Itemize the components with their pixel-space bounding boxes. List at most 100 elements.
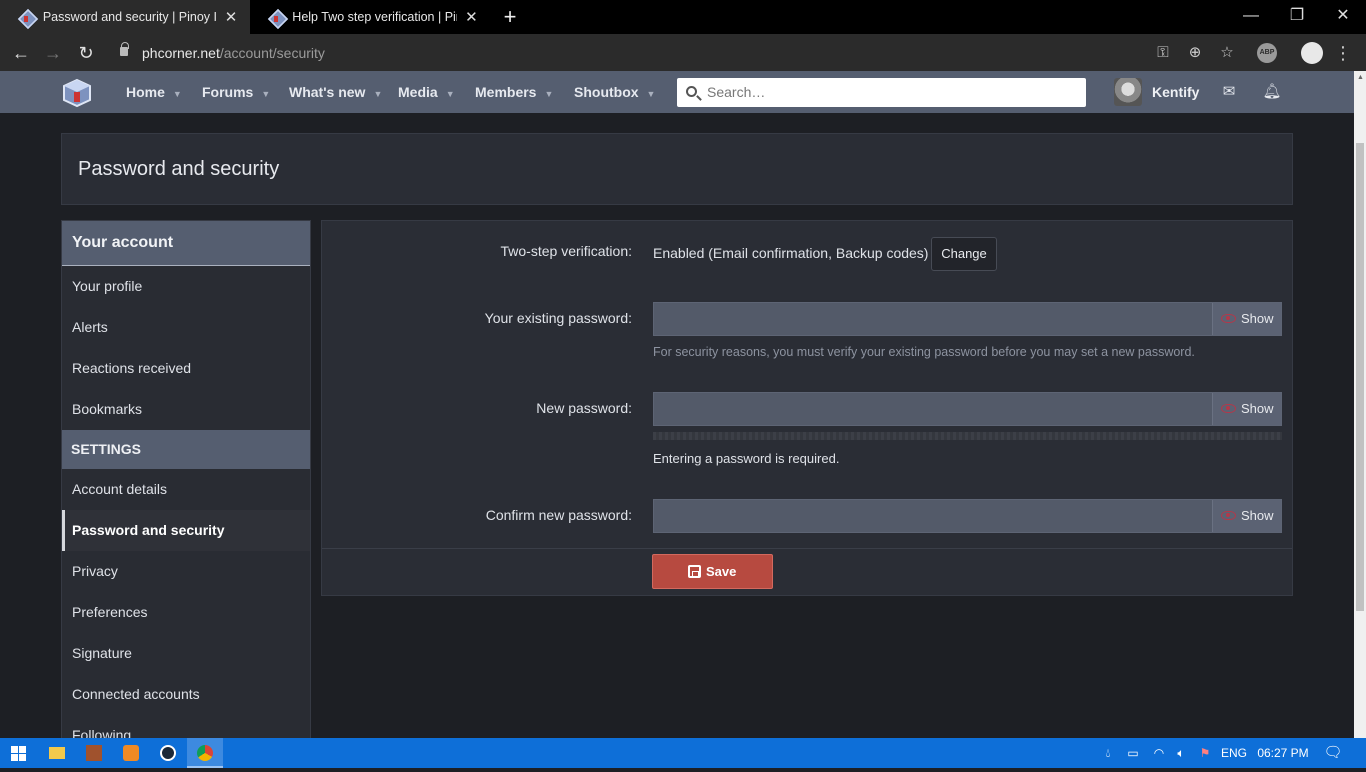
chevron-down-icon[interactable]: ▼ (647, 89, 656, 99)
chevron-down-icon[interactable]: ▼ (173, 89, 182, 99)
nav-shoutbox[interactable]: Shoutbox ▼ (574, 71, 655, 113)
scroll-up-icon[interactable]: ▲ (1357, 74, 1364, 81)
username-link[interactable]: Kentify (1152, 71, 1199, 113)
sidebar-item-signature[interactable]: Signature (62, 633, 310, 674)
bell-icon[interactable]: 🔔︎ (1262, 82, 1282, 102)
add-circle-icon[interactable]: ⊕ (1185, 43, 1205, 63)
nav-shoutbox-label: Shoutbox (574, 84, 639, 100)
restore-button[interactable]: ❐ (1274, 0, 1320, 34)
new-tab-button[interactable]: + (497, 4, 523, 30)
nav-forums-label: Forums (202, 84, 254, 100)
notification-flag-icon[interactable]: ⚑ (1196, 738, 1214, 768)
page-title: Password and security (78, 158, 280, 180)
key-icon[interactable]: ⚿ (1153, 43, 1173, 63)
close-window-button[interactable]: ✕ (1320, 0, 1366, 34)
forward-icon[interactable]: → (40, 40, 66, 66)
xampp-icon[interactable] (113, 738, 149, 768)
search-placeholder: Search… (707, 84, 766, 100)
nav-whats-new[interactable]: What's new ▼ (289, 71, 382, 113)
sidebar-item-alerts[interactable]: Alerts (62, 307, 310, 348)
show-password-toggle[interactable]: Show (1212, 393, 1281, 425)
steam-icon[interactable] (150, 738, 186, 768)
eye-icon (1221, 511, 1236, 520)
chrome-taskbar-icon[interactable] (187, 738, 223, 768)
file-explorer-icon[interactable] (39, 738, 75, 768)
sidebar-item-account-details[interactable]: Account details (62, 469, 310, 510)
show-label: Show (1241, 311, 1274, 326)
new-password-field[interactable]: Show (653, 392, 1282, 426)
adblock-icon[interactable]: ABP (1257, 43, 1277, 63)
profile-extension-icon[interactable] (1301, 42, 1323, 64)
site-logo-icon[interactable] (62, 78, 92, 108)
browser-tab[interactable]: Help Two step verification | Pinoy ✕ (250, 0, 490, 34)
clock[interactable]: 06:27 PM (1253, 738, 1313, 768)
media-app-icon[interactable] (76, 738, 112, 768)
save-button[interactable]: Save (652, 554, 773, 589)
address-bar[interactable]: phcorner.net/account/security (142, 41, 325, 65)
nav-home[interactable]: Home ▼ (126, 71, 182, 113)
tab-close-icon[interactable]: ✕ (463, 8, 480, 26)
account-sidebar: Your account Your profile Alerts Reactio… (61, 220, 311, 740)
site-favicon-icon (18, 9, 34, 25)
sidebar-item-reactions-received[interactable]: Reactions received (62, 348, 310, 389)
show-label: Show (1241, 401, 1274, 416)
scrollbar-thumb[interactable] (1356, 143, 1364, 611)
existing-password-hint: For security reasons, you must verify yo… (653, 345, 1195, 359)
form-divider (322, 548, 1292, 549)
action-center-icon[interactable]: 🗨︎ (1322, 738, 1344, 768)
sidebar-item-connected-accounts[interactable]: Connected accounts (62, 674, 310, 715)
sidebar-item-your-profile[interactable]: Your profile (62, 266, 310, 307)
sidebar-section-settings: SETTINGS (62, 430, 310, 469)
show-password-toggle[interactable]: Show (1212, 500, 1281, 532)
search-icon (686, 86, 697, 97)
dropbox-icon[interactable]: 💧︎ (1100, 738, 1116, 768)
existing-password-field[interactable]: Show (653, 302, 1282, 336)
sidebar-item-preferences[interactable]: Preferences (62, 592, 310, 633)
sidebar-item-bookmarks[interactable]: Bookmarks (62, 389, 310, 430)
wifi-icon[interactable]: ◠ (1150, 738, 1168, 768)
confirm-password-label: Confirm new password: (485, 507, 632, 523)
minimize-button[interactable]: — (1228, 0, 1274, 34)
change-two-step-button[interactable]: Change (931, 237, 997, 271)
show-password-toggle[interactable]: Show (1212, 303, 1281, 335)
page-scrollbar[interactable]: ▲ (1354, 71, 1366, 738)
windows-logo-icon (11, 746, 26, 761)
nav-whats-new-label: What's new (289, 84, 366, 100)
volume-icon[interactable]: 🔈︎ (1172, 738, 1190, 768)
nav-home-label: Home (126, 84, 165, 100)
tab-title: Help Two step verification | Pinoy (292, 10, 456, 24)
url-path: /account/security (219, 45, 325, 61)
sidebar-item-password-and-security[interactable]: Password and security (62, 510, 310, 551)
nav-media-label: Media (398, 84, 438, 100)
star-icon[interactable]: ☆ (1217, 43, 1237, 63)
chevron-down-icon[interactable]: ▼ (544, 89, 553, 99)
new-password-label: New password: (536, 400, 632, 416)
show-label: Show (1241, 508, 1274, 523)
reload-icon[interactable]: ↻ (73, 40, 99, 66)
avatar[interactable] (1114, 78, 1142, 106)
chevron-down-icon[interactable]: ▼ (261, 89, 270, 99)
start-button[interactable] (0, 738, 36, 768)
nav-members[interactable]: Members ▼ (475, 71, 553, 113)
browser-menu-icon[interactable]: ⋮ (1333, 43, 1353, 63)
battery-icon[interactable]: ▭ (1124, 738, 1142, 768)
search-input[interactable]: Search… (677, 78, 1086, 107)
browser-tab-active[interactable]: Password and security | Pinoy Int ✕ (0, 0, 250, 34)
browser-tab-strip: Password and security | Pinoy Int ✕ Help… (0, 0, 1366, 34)
tab-title: Password and security | Pinoy Int (42, 10, 217, 24)
url-host: phcorner.net (142, 45, 220, 61)
nav-forums[interactable]: Forums ▼ (202, 71, 270, 113)
chevron-down-icon[interactable]: ▼ (373, 89, 382, 99)
back-icon[interactable]: ← (8, 40, 34, 66)
chevron-down-icon[interactable]: ▼ (446, 89, 455, 99)
language-indicator[interactable]: ENG (1220, 738, 1248, 768)
confirm-password-field[interactable]: Show (653, 499, 1282, 533)
sidebar-item-privacy[interactable]: Privacy (62, 551, 310, 592)
sidebar-heading: Your account (62, 221, 310, 266)
nav-media[interactable]: Media ▼ (398, 71, 455, 113)
tab-close-icon[interactable]: ✕ (222, 8, 240, 26)
eye-icon (1221, 314, 1236, 323)
inbox-icon[interactable]: ✉ (1219, 82, 1239, 102)
sidebar-item-following[interactable]: Following (62, 715, 310, 739)
nav-members-label: Members (475, 84, 537, 100)
